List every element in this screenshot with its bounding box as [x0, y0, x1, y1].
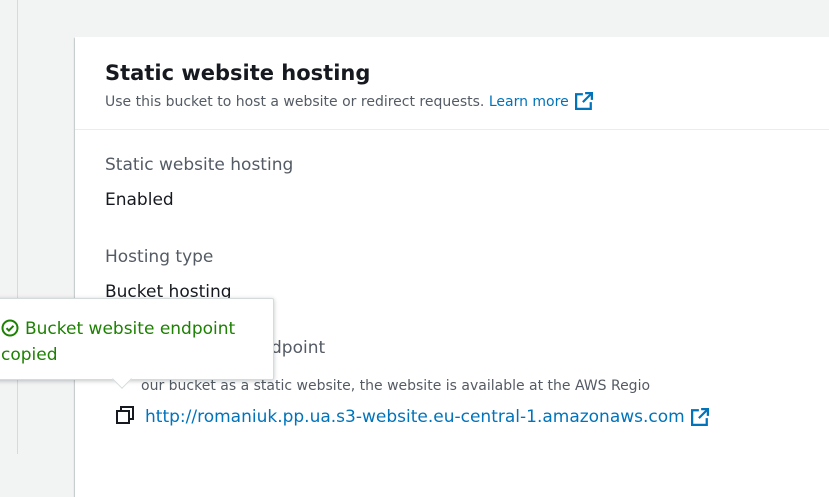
- external-link-icon: [690, 408, 709, 426]
- learn-more-link[interactable]: Learn more: [488, 92, 593, 110]
- hosting-status-field: Static website hosting Enabled: [105, 154, 293, 211]
- copied-tooltip: Bucket website endpoint copied: [0, 298, 274, 389]
- hosting-type-label: Hosting type: [105, 247, 214, 267]
- hosting-status-value: Enabled: [105, 190, 174, 210]
- tooltip-text: Bucket website endpoint copied: [1, 316, 273, 368]
- learn-more-label: Learn more: [488, 94, 569, 110]
- panel-header: Static website hosting Use this bucket t…: [75, 37, 829, 130]
- tooltip-line2: copied: [1, 345, 58, 365]
- check-circle-icon: [1, 319, 19, 337]
- endpoint-url: http://romaniuk.pp.ua.s3-website.eu-cent…: [145, 407, 685, 427]
- panel-title: Static website hosting: [105, 61, 371, 85]
- endpoint-field: dpoint: [271, 337, 325, 359]
- panel-description: Use this bucket to host a website or red…: [105, 92, 829, 111]
- panel-description-text: Use this bucket to host a website or red…: [105, 94, 485, 110]
- copy-icon[interactable]: [115, 405, 135, 425]
- static-website-hosting-panel: Static website hosting Use this bucket t…: [75, 37, 829, 497]
- external-link-icon: [574, 92, 593, 110]
- hosting-status-label: Static website hosting: [105, 155, 294, 175]
- hosting-type-field: Hosting type Bucket hosting: [105, 246, 232, 303]
- endpoint-row: http://romaniuk.pp.ua.s3-website.eu-cent…: [115, 405, 709, 428]
- tooltip-line1: Bucket website endpoint: [25, 319, 236, 339]
- endpoint-url-link[interactable]: http://romaniuk.pp.ua.s3-website.eu-cent…: [145, 407, 709, 427]
- left-rail: [0, 0, 18, 454]
- endpoint-label: dpoint: [271, 338, 326, 358]
